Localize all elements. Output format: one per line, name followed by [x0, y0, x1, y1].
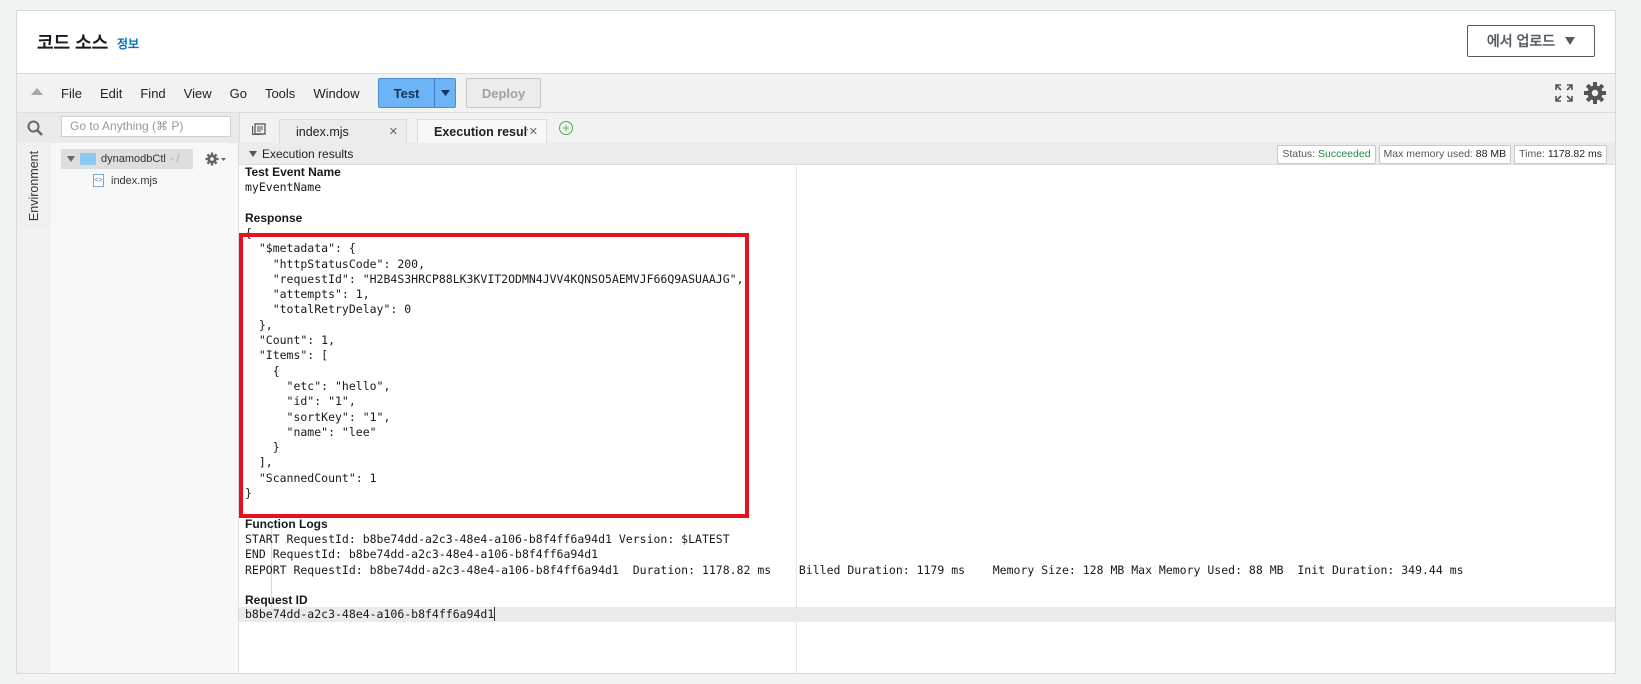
execution-results-toggle[interactable]: Execution results: [249, 147, 353, 161]
menu-go[interactable]: Go: [230, 86, 247, 101]
go-to-anything-input[interactable]: Go to Anything (⌘ P): [61, 116, 231, 137]
response-label: Response: [245, 211, 303, 225]
close-tab-icon[interactable]: ✕: [389, 125, 398, 138]
menu-file[interactable]: File: [61, 86, 82, 101]
tab-list-icon[interactable]: [252, 123, 266, 135]
sidebar-rail: [17, 229, 52, 673]
collapse-triangle-icon: [249, 151, 257, 157]
request-id-value: b8be74dd-a2c3-48e4-a106-b8f4ff6a94d1: [245, 607, 495, 621]
deploy-button[interactable]: Deploy: [466, 78, 541, 108]
tree-root-folder[interactable]: dynamodbCtl - /: [61, 149, 193, 169]
ide-menubar: File Edit Find View Go Tools Window Test…: [17, 73, 1615, 113]
menu-edit[interactable]: Edit: [100, 86, 122, 101]
memory-badge: Max memory used: 88 MB: [1378, 145, 1512, 164]
menu: File Edit Find View Go Tools Window: [61, 74, 360, 112]
root-folder-name: dynamodbCtl: [101, 153, 166, 165]
tab-execution-results[interactable]: Execution results ✕: [417, 119, 547, 143]
menu-window[interactable]: Window: [313, 86, 359, 101]
test-button[interactable]: Test: [378, 78, 456, 108]
memory-value: 88 MB: [1475, 148, 1507, 160]
memory-label: Max memory used:: [1383, 148, 1473, 160]
test-dropdown[interactable]: [435, 79, 455, 107]
test-event-label: Test Event Name: [245, 165, 341, 179]
menu-find[interactable]: Find: [140, 86, 165, 101]
tree-file-index-mjs[interactable]: <> index.mjs: [93, 174, 157, 187]
response-highlight-box: [239, 233, 749, 518]
test-button-label[interactable]: Test: [379, 79, 435, 107]
tab-label: Execution results: [434, 124, 528, 139]
code-source-panel: 코드 소스 정보 에서 업로드 File Edit Find View Go T…: [16, 10, 1616, 674]
expand-triangle-icon[interactable]: [67, 156, 75, 162]
text-cursor: [494, 607, 495, 621]
test-event-value: myEventName: [245, 180, 322, 194]
menu-tools[interactable]: Tools: [265, 86, 295, 101]
status-badge: Status: Succeeded: [1277, 145, 1376, 164]
function-logs-label: Function Logs: [245, 517, 328, 531]
print-margin: [796, 165, 797, 673]
collapse-arrow-icon[interactable]: [31, 88, 43, 95]
root-folder-path: - /: [169, 153, 180, 165]
panel-header: 코드 소스 정보 에서 업로드: [17, 11, 1615, 73]
time-label: Time:: [1519, 148, 1545, 160]
upload-from-button[interactable]: 에서 업로드: [1467, 25, 1595, 57]
add-tab-icon[interactable]: +: [559, 121, 573, 135]
tab-row: Go to Anything (⌘ P) index.mjs ✕ Executi…: [17, 113, 1615, 143]
upload-from-label: 에서 업로드: [1486, 33, 1556, 49]
status-value: Succeeded: [1318, 148, 1371, 160]
menu-view[interactable]: View: [184, 86, 212, 101]
fullscreen-icon[interactable]: [1555, 84, 1573, 102]
close-tab-icon[interactable]: ✕: [529, 125, 538, 138]
caret-down-icon: [440, 90, 450, 96]
request-id-label: Request ID: [245, 593, 308, 607]
caret-down-icon: [1565, 37, 1576, 45]
time-value: 1178.82 ms: [1547, 148, 1602, 160]
info-link[interactable]: 정보: [117, 35, 139, 52]
time-badge: Time: 1178.82 ms: [1514, 145, 1607, 164]
status-label: Status:: [1282, 148, 1316, 160]
file-tree: dynamodbCtl - / <> index.mjs: [51, 143, 239, 673]
tab-label: index.mjs: [296, 124, 349, 139]
environment-tab-label: Environment: [27, 150, 41, 222]
settings-gear-icon[interactable]: [1583, 81, 1607, 105]
execution-results-title: Execution results: [262, 147, 354, 161]
environment-tab[interactable]: Environment: [17, 143, 52, 229]
function-logs: START RequestId: b8be74dd-a2c3-48e4-a106…: [245, 532, 1464, 577]
file-name: index.mjs: [111, 174, 158, 187]
result-badges: Status: Succeeded Max memory used: 88 MB…: [1277, 145, 1607, 164]
search-area: Go to Anything (⌘ P): [17, 113, 240, 143]
tree-settings-gear-icon[interactable]: [205, 152, 227, 166]
search-icon[interactable]: [27, 120, 43, 136]
tab-index-mjs[interactable]: index.mjs ✕: [279, 119, 407, 143]
js-file-icon: <>: [93, 174, 104, 187]
folder-icon: [80, 153, 96, 165]
execution-results-bar: Execution results Status: Succeeded Max …: [239, 143, 1615, 165]
page-title: 코드 소스: [37, 33, 109, 53]
